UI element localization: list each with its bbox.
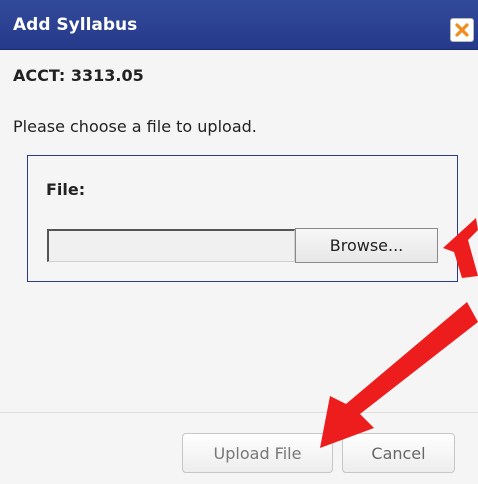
close-button[interactable] — [450, 18, 474, 42]
dialog-footer: Upload File Cancel — [0, 412, 478, 484]
close-x-icon — [455, 23, 469, 37]
dialog-title: Add Syllabus — [13, 15, 138, 35]
file-upload-panel: File: Browse... — [27, 155, 458, 282]
upload-file-button[interactable]: Upload File — [182, 433, 333, 473]
course-code: ACCT: 3313.05 — [13, 66, 144, 85]
dialog-titlebar: Add Syllabus — [0, 0, 478, 50]
file-label: File: — [46, 180, 86, 199]
cancel-button[interactable]: Cancel — [342, 433, 455, 473]
upload-instructions: Please choose a file to upload. — [13, 117, 257, 136]
add-syllabus-dialog: Add Syllabus ACCT: 3313.05 Please choose… — [0, 0, 478, 484]
file-path-input[interactable] — [47, 229, 295, 262]
browse-button[interactable]: Browse... — [295, 228, 438, 263]
